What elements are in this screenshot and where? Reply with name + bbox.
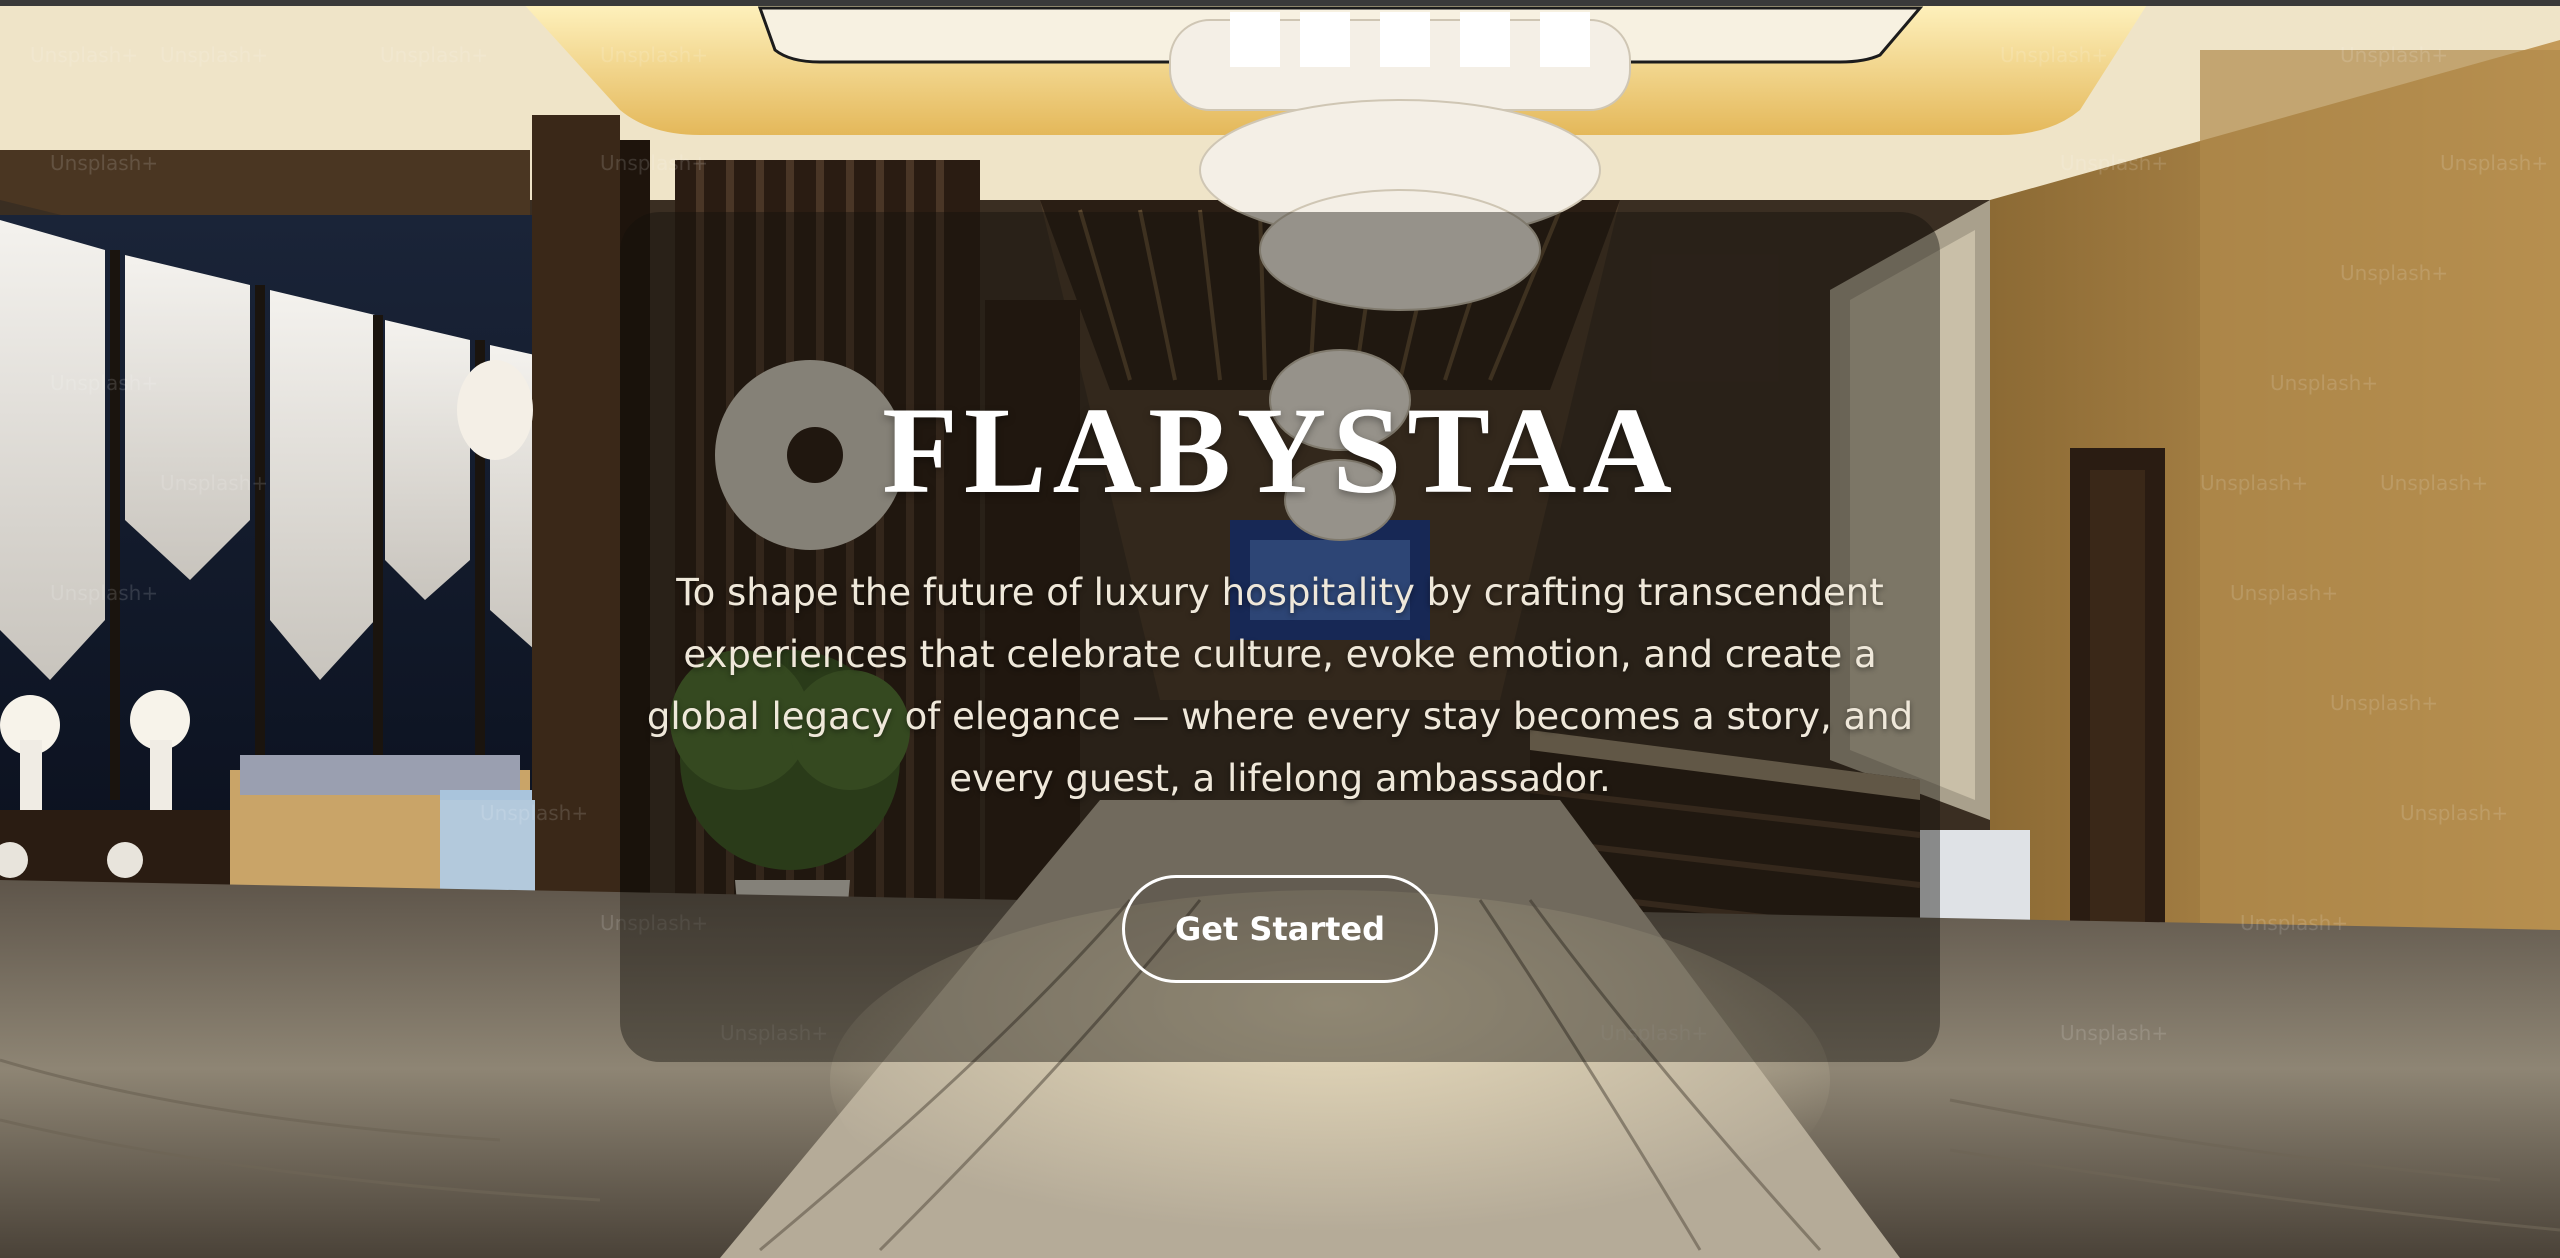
svg-text:Unsplash+: Unsplash+ — [2230, 581, 2338, 605]
mission-statement: To shape the future of luxury hospitalit… — [646, 571, 1914, 800]
svg-text:Unsplash+: Unsplash+ — [380, 43, 488, 67]
svg-text:Unsplash+: Unsplash+ — [2060, 151, 2168, 175]
hero-section: Unsplash+ Unsplash+ Unsplash+ Unsplash+ … — [0, 0, 2560, 1258]
svg-text:Unsplash+: Unsplash+ — [2340, 43, 2448, 67]
svg-text:Unsplash+: Unsplash+ — [2240, 911, 2348, 935]
svg-text:Unsplash+: Unsplash+ — [2440, 151, 2548, 175]
svg-text:Unsplash+: Unsplash+ — [50, 581, 158, 605]
svg-text:Unsplash+: Unsplash+ — [50, 151, 158, 175]
svg-text:Unsplash+: Unsplash+ — [160, 43, 268, 67]
brand-title: FLABYSTAA — [882, 382, 1678, 519]
svg-text:Unsplash+: Unsplash+ — [2330, 691, 2438, 715]
svg-text:Unsplash+: Unsplash+ — [2400, 801, 2508, 825]
svg-text:Unsplash+: Unsplash+ — [2060, 1021, 2168, 1045]
top-border — [0, 0, 2560, 6]
svg-text:Unsplash+: Unsplash+ — [600, 43, 708, 67]
svg-text:Unsplash+: Unsplash+ — [600, 151, 708, 175]
svg-text:Unsplash+: Unsplash+ — [30, 43, 138, 67]
svg-text:Unsplash+: Unsplash+ — [2340, 261, 2448, 285]
svg-text:Unsplash+: Unsplash+ — [2000, 43, 2108, 67]
get-started-button[interactable]: Get Started — [1122, 875, 1438, 983]
svg-text:Unsplash+: Unsplash+ — [480, 801, 588, 825]
